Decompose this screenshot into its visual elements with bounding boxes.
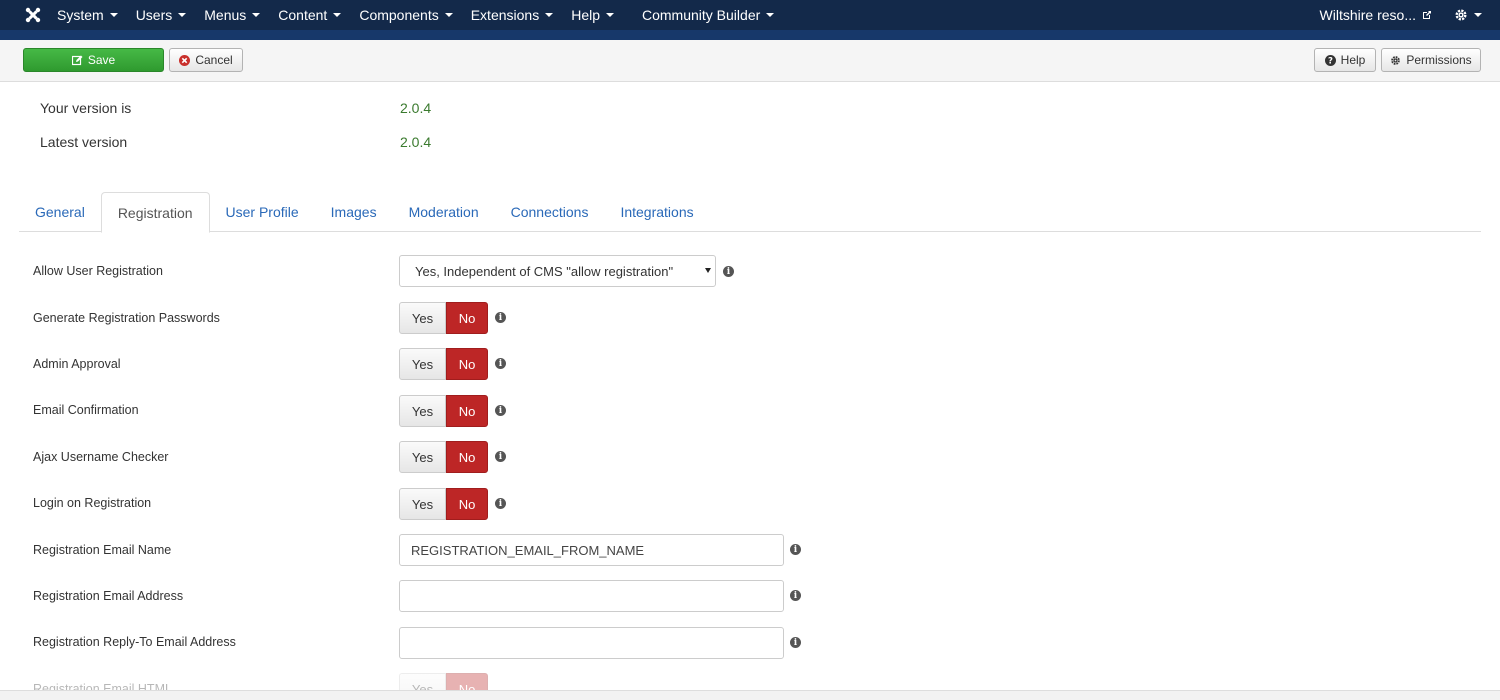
- settings-tabs: General Registration User Profile Images…: [19, 192, 1481, 233]
- no-option[interactable]: No: [446, 441, 488, 473]
- caret-down-icon: [1474, 13, 1482, 17]
- email-address-label: Registration Email Address: [33, 589, 184, 603]
- no-option[interactable]: No: [446, 673, 488, 690]
- info-icon[interactable]: i: [790, 637, 801, 648]
- caret-down-icon: [333, 13, 342, 17]
- reply-to-label: Registration Reply-To Email Address: [33, 635, 236, 649]
- no-option[interactable]: No: [446, 395, 488, 427]
- caret-down-icon: [109, 13, 118, 17]
- yes-option[interactable]: Yes: [399, 348, 446, 380]
- info-icon[interactable]: i: [723, 266, 734, 277]
- your-version-label: Your version is: [40, 100, 132, 116]
- caret-down-icon: [444, 13, 453, 17]
- info-icon[interactable]: i: [495, 405, 506, 416]
- tab-images[interactable]: Images: [315, 192, 393, 232]
- site-name: Wiltshire reso...: [1319, 7, 1416, 23]
- tab-moderation[interactable]: Moderation: [393, 192, 495, 232]
- email-confirmation-label: Email Confirmation: [33, 403, 139, 417]
- yes-option[interactable]: Yes: [399, 673, 446, 690]
- yes-option[interactable]: Yes: [399, 488, 446, 520]
- email-confirmation-toggle: Yes No: [399, 395, 488, 427]
- menu-help[interactable]: Help: [562, 0, 623, 30]
- caret-down-icon: [252, 13, 261, 17]
- user-settings-menu[interactable]: [1454, 8, 1482, 22]
- tab-integrations[interactable]: Integrations: [604, 192, 709, 232]
- menu-extensions[interactable]: Extensions: [462, 0, 562, 30]
- yes-option[interactable]: Yes: [399, 441, 446, 473]
- status-bar: [0, 690, 1500, 700]
- gear-icon: [1391, 55, 1401, 65]
- generate-passwords-toggle: Yes No: [399, 302, 488, 334]
- yes-option[interactable]: Yes: [399, 302, 446, 334]
- ajax-username-label: Ajax Username Checker: [33, 450, 169, 464]
- ajax-username-toggle: Yes No: [399, 441, 488, 473]
- save-button[interactable]: Save: [23, 48, 164, 72]
- permissions-button[interactable]: Permissions: [1381, 48, 1481, 72]
- latest-version-value: 2.0.4: [400, 134, 432, 150]
- dropdown-arrow-icon: [705, 268, 711, 273]
- site-link[interactable]: Wiltshire reso...: [1320, 7, 1432, 23]
- tab-registration[interactable]: Registration: [100, 192, 210, 233]
- gear-icon: [1455, 9, 1467, 21]
- info-icon[interactable]: i: [495, 312, 506, 323]
- menu-components[interactable]: Components: [350, 0, 461, 30]
- info-icon[interactable]: i: [790, 590, 801, 601]
- allow-registration-select[interactable]: Yes, Independent of CMS "allow registrat…: [399, 255, 716, 287]
- admin-approval-toggle: Yes No: [399, 348, 488, 380]
- menu-content[interactable]: Content: [269, 0, 350, 30]
- yes-option[interactable]: Yes: [399, 395, 446, 427]
- info-icon[interactable]: i: [495, 451, 506, 462]
- no-option[interactable]: No: [446, 488, 488, 520]
- latest-version-label: Latest version: [40, 134, 128, 150]
- email-name-input[interactable]: REGISTRATION_EMAIL_FROM_NAME: [399, 534, 784, 566]
- menu-users[interactable]: Users: [127, 0, 196, 30]
- joomla-logo-icon[interactable]: [18, 0, 48, 30]
- no-option[interactable]: No: [446, 348, 488, 380]
- main-menu: System Users Menus Content Components Ex…: [48, 0, 783, 30]
- svg-text:?: ?: [1328, 56, 1333, 65]
- menu-system[interactable]: System: [48, 0, 127, 30]
- help-button[interactable]: ? Help: [1314, 48, 1376, 72]
- toolbar: Save Cancel ? Help Permissions: [0, 40, 1500, 82]
- tab-connections[interactable]: Connections: [495, 192, 605, 232]
- allow-registration-value: Yes, Independent of CMS "allow registrat…: [415, 263, 674, 279]
- external-link-icon: [1423, 11, 1431, 19]
- tab-general[interactable]: General: [19, 192, 101, 232]
- question-circle-icon: ?: [1324, 54, 1336, 66]
- email-html-toggle: Yes No: [399, 673, 488, 690]
- login-on-registration-label: Login on Registration: [33, 496, 152, 510]
- menu-menus[interactable]: Menus: [195, 0, 269, 30]
- menu-community-builder[interactable]: Community Builder: [633, 0, 783, 30]
- email-name-label: Registration Email Name: [33, 543, 172, 557]
- info-icon[interactable]: i: [495, 498, 506, 509]
- your-version-value: 2.0.4: [400, 100, 432, 116]
- navbar-stripe: [0, 30, 1500, 40]
- cancel-button[interactable]: Cancel: [169, 48, 243, 72]
- caret-down-icon: [606, 13, 614, 17]
- top-navbar: System Users Menus Content Components Ex…: [0, 0, 1500, 30]
- edit-icon: [71, 55, 83, 65]
- reply-to-input[interactable]: [399, 627, 784, 659]
- allow-registration-label: Allow User Registration: [33, 264, 163, 278]
- no-option[interactable]: No: [446, 302, 488, 334]
- caret-down-icon: [545, 13, 554, 17]
- caret-down-icon: [766, 13, 775, 17]
- email-name-value: REGISTRATION_EMAIL_FROM_NAME: [411, 542, 645, 558]
- info-icon[interactable]: i: [790, 544, 801, 555]
- info-icon[interactable]: i: [495, 358, 506, 369]
- email-address-input[interactable]: [399, 580, 784, 612]
- generate-passwords-label: Generate Registration Passwords: [33, 311, 220, 325]
- tab-user-profile[interactable]: User Profile: [210, 192, 315, 232]
- login-on-registration-toggle: Yes No: [399, 488, 488, 520]
- caret-down-icon: [178, 13, 187, 17]
- admin-approval-label: Admin Approval: [33, 357, 121, 371]
- cancel-circle-icon: [179, 54, 191, 66]
